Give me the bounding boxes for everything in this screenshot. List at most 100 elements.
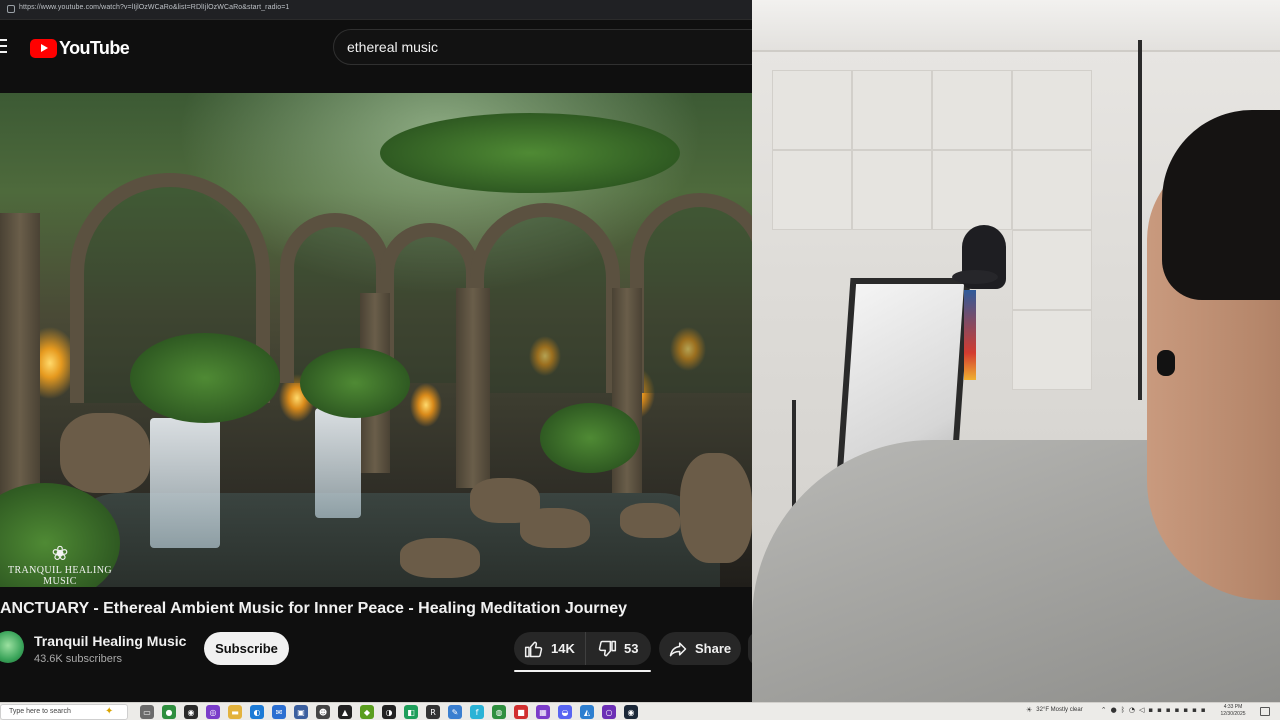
app-pen-icon[interactable]: ✎ [448,705,462,719]
search-query-text: ethereal music [347,39,439,55]
tray-app-icon[interactable]: ▪ [1201,706,1206,714]
youtube-logo-text: YouTube [59,37,130,58]
waterfall [315,408,361,518]
stone-arch [630,193,752,393]
stone-pillar [0,213,40,513]
youtube-pane: https://www.youtube.com/watch?v=lIjlOzWC… [0,0,752,702]
mail-icon[interactable]: ✉ [272,705,286,719]
microphone-icon[interactable]: ● [1111,706,1117,714]
like-count: 14K [551,641,575,656]
wall-tile [852,70,932,150]
volume-icon[interactable]: ◁ [1139,706,1144,714]
chevron-up-icon[interactable]: ⌃ [1101,706,1107,714]
share-arrow-icon [669,641,687,656]
video-player[interactable]: ❀ TRANQUIL HEALING MUSIC [0,93,752,587]
tray-app-icon[interactable]: ▪ [1183,706,1188,714]
windows-taskbar: Type here to search ✦ ▭ ● ◉ ◎ ▬ ◐ ✉ ▣ ☻ ▲ ◆ ◑ ◧ R ✎ f ◍ ■… [0,702,1280,720]
person-hair [1162,110,1280,300]
youtube-header: YouTube ethereal music [0,20,752,76]
app-r-icon[interactable]: R [426,705,440,719]
url-text[interactable]: https://www.youtube.com/watch?v=lIjlOzWC… [19,4,289,11]
dislike-count: 53 [624,641,639,656]
hanging-strap [964,290,976,380]
channel-name[interactable]: Tranquil Healing Music [34,633,186,649]
fern-foliage [130,333,280,423]
system-tray: ☀ 32°F Mostly clear ⌃ ● ᛒ ◔ ◁ ▪ ▪ ▪ ▪ ▪ … [1026,706,1206,714]
browser-address-bar[interactable]: https://www.youtube.com/watch?v=lIjlOzWC… [0,0,752,20]
search-highlight-icon: ✦ [105,706,114,717]
bluetooth-icon[interactable]: ᛒ [1121,706,1125,714]
file-explorer-icon[interactable]: ▬ [228,705,242,719]
site-info-icon[interactable] [7,5,15,13]
obs-icon[interactable]: ◉ [184,705,198,719]
clock-date: 12/30/2025 [1220,711,1246,717]
youtube-play-logo-icon [30,38,57,58]
chrome-icon[interactable]: ● [162,705,176,719]
stone-arch [470,203,620,393]
lotus-logo-icon: ❀ [51,543,69,565]
pole [1138,40,1142,400]
weather-icon[interactable]: ☀ [1026,706,1032,714]
like-button[interactable]: 14K [514,632,586,665]
tray-app-icon[interactable]: ▪ [1166,706,1171,714]
canopy-foliage [380,113,680,193]
share-button[interactable]: Share [659,632,741,665]
webcam-feed [752,0,1280,702]
tray-app-icon[interactable]: ▪ [1157,706,1162,714]
earbud [1157,350,1175,376]
youtube-logo[interactable]: YouTube [30,37,130,58]
app-ring-icon[interactable]: ○ [602,705,616,719]
clock-time: 4:33 PM [1223,704,1243,710]
wall-tile [1012,150,1092,230]
ceiling [752,0,1280,52]
rock [620,503,680,538]
tray-app-icon[interactable]: ▪ [1175,706,1180,714]
taskbar-search-placeholder: Type here to search [9,708,71,715]
waterfall [150,418,220,548]
weather-text[interactable]: 32°F Mostly clear [1036,707,1082,713]
notification-icon[interactable] [1260,707,1270,716]
subscribe-button[interactable]: Subscribe [204,632,289,665]
fern-foliage [540,403,640,473]
video-watermark: ❀ TRANQUIL HEALING MUSIC [0,543,120,587]
chrome-active-icon[interactable]: ◍ [492,705,506,719]
wall-tile [772,150,852,230]
app-a-icon[interactable]: ▲ [338,705,352,719]
share-label: Share [695,641,732,656]
app-cycle-icon[interactable]: ◑ [382,705,396,719]
edge-icon[interactable]: ◐ [250,705,264,719]
channel-avatar[interactable] [0,631,24,663]
wall-tile [932,150,1012,230]
nvidia-icon[interactable]: ◆ [360,705,374,719]
stone-pillar [456,288,490,488]
alien-icon[interactable]: ☻ [316,705,330,719]
steam-icon[interactable]: ◉ [624,705,638,719]
taskbar-clock[interactable]: 4:33 PM 12/30/2025 [1218,704,1248,718]
search-input[interactable]: ethereal music [333,29,752,65]
wall-tile [1012,310,1092,390]
app-paint-icon[interactable]: ◭ [580,705,594,719]
discord-icon[interactable]: ◒ [558,705,572,719]
cap-brim [952,270,998,284]
rock [520,508,590,548]
task-view-icon[interactable]: ▭ [140,705,154,719]
tray-app-icon[interactable]: ▪ [1148,706,1153,714]
wall-tile [1012,70,1092,150]
taskbar-search-input[interactable]: Type here to search ✦ [0,704,128,720]
tray-app-icon[interactable]: ▪ [1192,706,1197,714]
app-f-icon[interactable]: f [470,705,484,719]
store-icon[interactable]: ▣ [294,705,308,719]
app-green-icon[interactable]: ◧ [404,705,418,719]
like-dislike-group: 14K 53 [514,632,651,665]
wall-tile [772,70,852,150]
app-red-icon[interactable]: ■ [514,705,528,719]
dislike-button[interactable]: 53 [586,632,638,665]
app-grid-icon[interactable]: ▦ [536,705,550,719]
thumbs-down-icon [598,640,617,656]
app-purple-icon[interactable]: ◎ [206,705,220,719]
hamburger-menu-icon[interactable] [0,39,7,53]
thumbs-up-icon [524,641,543,657]
network-icon[interactable]: ◔ [1129,706,1135,714]
taskbar-app-icons: ▭ ● ◉ ◎ ▬ ◐ ✉ ▣ ☻ ▲ ◆ ◑ ◧ R ✎ f ◍ ■ ▦ ◒ ◭ ○ ◉ [140,705,638,719]
wall-tile [932,70,1012,150]
